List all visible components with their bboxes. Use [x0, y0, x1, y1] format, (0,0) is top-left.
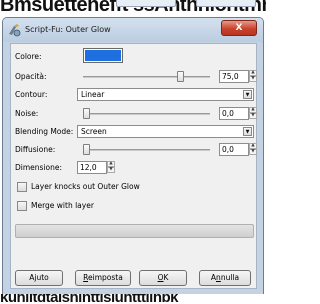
cancel-button-label: nulla: [220, 273, 240, 282]
spin-down-icon[interactable]: ▼: [249, 76, 257, 82]
merge-with-layer-checkbox[interactable]: [17, 201, 27, 211]
colore-swatch: [85, 50, 121, 61]
background-bottom-text: kuhiitdtaishinttisluhtttiihbk: [0, 294, 178, 304]
diffusione-label: Diffusione:: [15, 145, 56, 154]
title-bar: Script-Fu: Outer Glow X: [3, 18, 263, 42]
diffusione-spinbox[interactable]: 0,0: [219, 143, 249, 156]
progress-bar: [15, 224, 254, 238]
noise-label: Noise:: [15, 109, 39, 118]
colore-label: Colore:: [15, 52, 42, 61]
opacita-slider-track[interactable]: [83, 76, 210, 78]
close-button[interactable]: X: [221, 20, 257, 36]
contour-selected-value: Linear: [81, 90, 105, 99]
ok-button-label: K: [163, 273, 169, 282]
background-button: [116, 0, 176, 7]
background-window-bottom: kuhiitdtaishinttisluhtttiihbk: [0, 294, 266, 304]
layer-knocks-out-checkbox[interactable]: [17, 182, 27, 192]
blending-mode-dropdown[interactable]: Screen ▼: [77, 125, 254, 138]
noise-spinbox[interactable]: 0,0: [219, 107, 249, 120]
noise-slider-track[interactable]: [83, 113, 210, 115]
window-title: Script-Fu: Outer Glow: [25, 25, 111, 34]
blending-mode-label: Blending Mode:: [15, 127, 74, 136]
outer-glow-dialog: Script-Fu: Outer Glow X Colore: Opacità:…: [2, 17, 264, 295]
help-button[interactable]: Ajuto: [15, 270, 63, 286]
diffusione-slider-handle[interactable]: [83, 144, 90, 155]
reset-button[interactable]: Reimposta: [75, 270, 131, 286]
close-icon: X: [235, 23, 243, 33]
merge-with-layer-label: Merge with layer: [31, 201, 94, 210]
chevron-down-icon: ▼: [243, 127, 252, 136]
script-fu-icon: [9, 24, 21, 37]
help-button-label: Ajuto: [29, 273, 49, 282]
dimensione-spinbox[interactable]: 12,0: [77, 161, 107, 174]
spin-down-icon[interactable]: ▼: [107, 167, 115, 173]
blending-mode-selected-value: Screen: [81, 127, 107, 136]
spin-down-icon[interactable]: ▼: [249, 149, 257, 155]
background-window-top: Bmsuettenefft ssAnthnlontmnllenn: [0, 0, 266, 18]
layer-knocks-out-label: Layer knocks out Outer Glow: [31, 182, 140, 191]
opacita-slider-handle[interactable]: [177, 71, 184, 82]
spin-down-icon[interactable]: ▼: [249, 113, 257, 119]
contour-label: Contour:: [15, 90, 48, 99]
dialog-content: Colore: Opacità: 75,0 ▲ ▼ Contour: Linea…: [10, 43, 257, 289]
background-button: [196, 0, 256, 7]
contour-dropdown[interactable]: Linear ▼: [77, 88, 254, 101]
ok-button[interactable]: OK: [139, 270, 187, 286]
noise-slider-handle[interactable]: [83, 108, 90, 119]
opacita-spinbox[interactable]: 75,0: [219, 70, 249, 83]
cancel-button[interactable]: Annulla: [199, 270, 251, 286]
reset-button-label: eimposta: [88, 273, 123, 282]
colore-color-button[interactable]: [83, 48, 123, 63]
dimensione-label: Dimensione:: [15, 163, 63, 172]
diffusione-slider-track[interactable]: [83, 149, 210, 151]
chevron-down-icon: ▼: [243, 90, 252, 99]
opacita-label: Opacità:: [15, 72, 47, 81]
